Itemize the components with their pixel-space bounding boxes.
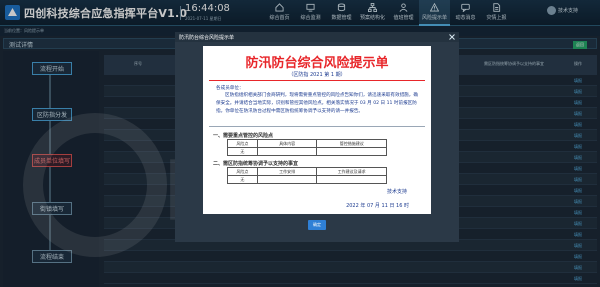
table-row: 风险点 具体内容 管控措施建议 — [227, 139, 387, 148]
section-coordination: 二、需区防指统筹协调予以支持的事宜 — [213, 161, 299, 167]
table-cell — [256, 147, 318, 156]
red-rule — [209, 80, 425, 81]
notice-document: 防汛防台综合风险提示单 （区防指 2021 第 1 期） 各成员单位： 区防指组… — [203, 46, 431, 214]
table-row: 无 — [227, 147, 387, 156]
coordination-table: 风险点 工作安排 工作建议及请求 无 — [227, 167, 387, 184]
document-number: （区防指 2021 第 1 期） — [288, 72, 346, 78]
table-header-cell: 风险点 — [227, 167, 258, 176]
document-body: 区防指组织相关部门会商研判，现将需要重点管控的风险点告知你们，请迅速采取有效措施… — [216, 93, 418, 114]
table-header-cell: 工作建议及请求 — [316, 167, 387, 176]
table-cell: 无 — [227, 175, 258, 184]
table-cell — [316, 175, 387, 184]
dialog-titlebar: 防汛防台综合风险提示单 — [175, 32, 459, 42]
close-icon[interactable] — [448, 33, 456, 41]
document-title: 防汛防台综合风险提示单 — [245, 56, 389, 71]
document-recipient: 各成员单位： — [216, 86, 244, 91]
confirm-button[interactable]: 确定 — [308, 220, 326, 230]
dialog-title: 防汛防台综合风险提示单 — [179, 35, 235, 41]
document-divider — [209, 126, 425, 127]
table-cell — [256, 175, 318, 184]
table-row: 风险点 工作安排 工作建议及请求 — [227, 167, 387, 176]
issue-date: 2022 年 07 月 11 日 16 时 — [346, 203, 409, 209]
table-header-cell: 工作安排 — [256, 167, 318, 176]
table-row: 无 — [227, 175, 387, 184]
table-cell — [316, 147, 387, 156]
table-header-cell: 风险点 — [227, 139, 258, 148]
risk-points-table: 风险点 具体内容 管控措施建议 无 — [227, 139, 387, 156]
table-cell: 无 — [227, 147, 258, 156]
section-risk-points: 一、需要重点管控的风险点 — [213, 133, 274, 139]
table-header-cell: 具体内容 — [256, 139, 318, 148]
issuer-name: 技术支持 — [386, 189, 407, 195]
risk-notice-dialog: 防汛防台综合风险提示单 防汛防台综合风险提示单 （区防指 2021 第 1 期）… — [175, 32, 459, 242]
table-header-cell: 管控措施建议 — [316, 139, 387, 148]
